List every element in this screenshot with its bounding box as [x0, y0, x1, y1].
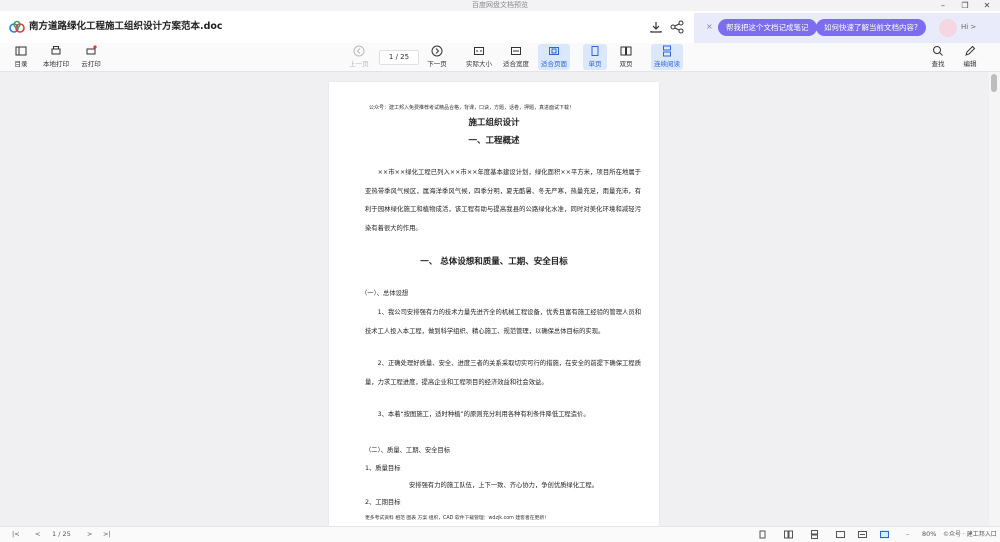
zoom-out-button[interactable]: – [906, 529, 909, 540]
ai-avatar-icon[interactable] [939, 19, 957, 37]
section-heading-2: 一、 总体设想和质量、工期、安全目标 [420, 257, 568, 267]
last-page-button[interactable]: >| [103, 529, 111, 540]
doc-title: 施工组织设计 [468, 118, 520, 128]
paragraph-overview: ××市××绿化工程已列入××市××年度基本建设计划，绿化面积××平方米，项目所在… [365, 169, 641, 232]
page-number-input[interactable]: 1 / 25 [379, 50, 419, 65]
catalog-icon [15, 46, 27, 56]
cloud-logo-icon [9, 20, 25, 33]
schedule-target-heading: 2、工期目标 [365, 499, 401, 506]
fit-width-small-icon[interactable] [858, 530, 867, 539]
status-bar: |< < 1 / 25 > >| – 80% ©众号 · 建工邦入口 [0, 526, 1000, 542]
search-button[interactable]: 查找 [928, 44, 948, 70]
zoom-level: 80% [922, 530, 937, 538]
cloud-print-button[interactable]: 云打印 [78, 44, 104, 70]
next-page-small-button[interactable]: > [87, 529, 92, 540]
section-heading-1: 一、工程概述 [468, 136, 520, 146]
fit-page-small-icon[interactable] [880, 530, 889, 539]
catalog-button[interactable]: 目录 [9, 44, 33, 70]
list-item-3: 3、本着“按图施工，适时种植”的原则充分利用各种有利条件降低工程造价。 [377, 411, 590, 418]
next-icon [431, 45, 443, 57]
next-page-button[interactable]: 下一页 [424, 44, 450, 70]
prev-icon [353, 45, 365, 57]
ai-suggestion-note[interactable]: 帮我把这个文档记成笔记 [718, 19, 817, 36]
ai-hi-link[interactable]: Hi > [961, 23, 976, 31]
ai-suggestion-summary[interactable]: 如何快速了解当前文档内容? [816, 19, 926, 36]
continuous-view-icon[interactable] [810, 530, 819, 539]
document-title: 南方道路绿化工程施工组织设计方案范本.doc [29, 21, 223, 32]
status-page-indicator: 1 / 25 [52, 530, 71, 538]
list-item-1: 1、我公司安排强有力的技术力量先进齐全的机械工程设备，优秀且富有施工经验的管理人… [365, 309, 641, 335]
watermark-text: ©众号 · 建工邦入口 [943, 531, 997, 538]
subheading-1: （一）、总体设想 [361, 290, 409, 297]
continuous-icon [663, 45, 671, 57]
first-page-button[interactable]: |< [12, 529, 20, 540]
vertical-scrollbar[interactable] [989, 72, 1000, 526]
restore-button[interactable]: ❐ [954, 0, 976, 11]
local-print-button[interactable]: 本地打印 [40, 44, 72, 70]
header-ad-text: 公众号：建工邦入免费推荐考试精品合格，背课，口诀，方题，话卷，押题，真进面试下载… [369, 105, 575, 111]
pencil-icon [965, 45, 976, 56]
ai-close-button[interactable]: × [706, 22, 713, 31]
double-page-icon [620, 46, 632, 56]
continuous-read-button[interactable]: 连续阅读 [651, 44, 683, 70]
cloud-print-icon [86, 45, 97, 55]
scrollbar-thumb[interactable] [991, 74, 997, 92]
prev-page-small-button[interactable]: < [35, 529, 40, 540]
single-page-button[interactable]: 单页 [583, 44, 607, 70]
fit-page-icon [549, 47, 559, 55]
double-page-button[interactable]: 双页 [614, 44, 638, 70]
fit-width-icon [511, 47, 521, 55]
single-view-icon[interactable] [758, 530, 767, 539]
list-item-2: 2、正确处理好质量、安全、进度三者的关系采取切实可行的措施，在安全的前提下确保工… [365, 360, 641, 386]
fit-page-button[interactable]: 适合页面 [538, 44, 570, 70]
actual-size-icon [474, 47, 484, 55]
minimize-button[interactable]: – [932, 0, 954, 11]
os-window-title: 百度网盘文档预览 [0, 0, 1000, 11]
quality-target-text: 安排强有力的施工队伍，上下一致、齐心协力，争创优质绿化工程。 [409, 482, 598, 489]
search-icon [933, 46, 943, 56]
document-page: 公众号：建工邦入免费推荐考试精品合格，背课，口诀，方题，话卷，押题，真进面试下载… [329, 82, 659, 526]
close-window-button[interactable]: ✕ [976, 0, 998, 11]
toolbar [0, 43, 1000, 72]
quality-target-heading: 1、质量目标 [365, 465, 401, 472]
download-icon[interactable] [649, 20, 663, 34]
footer-ad-text: 更多考试资料 相范 图表 方案 组织，CAD 软件下载管理：wdzjk.com … [365, 516, 549, 521]
printer-icon [51, 46, 61, 55]
fit-width-button[interactable]: 适合宽度 [501, 44, 531, 70]
share-icon[interactable] [670, 20, 684, 34]
prev-page-button[interactable]: 上一页 [346, 44, 372, 70]
actual-size-small-icon[interactable] [836, 530, 845, 539]
subheading-2: （二）、质量、工期、安全目标 [365, 447, 451, 454]
single-page-icon [591, 46, 599, 56]
double-view-icon[interactable] [784, 530, 793, 539]
actual-size-button[interactable]: 实际大小 [464, 44, 494, 70]
edit-button[interactable]: 编辑 [960, 44, 980, 70]
